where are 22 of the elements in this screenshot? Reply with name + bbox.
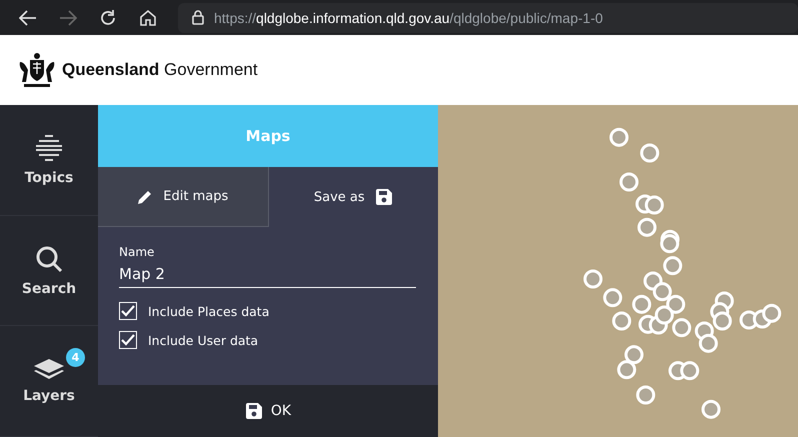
home-icon[interactable] — [139, 8, 157, 26]
panel-title: Maps — [98, 105, 438, 167]
reload-icon[interactable] — [99, 8, 117, 26]
checkbox-label[interactable]: Include Places data — [148, 304, 270, 318]
tab[interactable]: Save as — [268, 167, 438, 227]
search-icon — [35, 244, 63, 272]
tab[interactable]: Edit maps — [98, 167, 268, 227]
padlock-icon[interactable] — [192, 10, 204, 25]
checkbox-label[interactable]: Include User data — [148, 332, 258, 348]
pencil-icon — [137, 188, 154, 204]
brand-name[interactable]: Queensland Government — [62, 60, 258, 80]
checkbox[interactable] — [119, 302, 137, 320]
name-field[interactable]: Map 2 — [119, 263, 416, 288]
coat-of-arms-icon — [18, 52, 56, 88]
ok-button[interactable]: OK — [238, 398, 298, 424]
stacked-lines-icon — [35, 134, 63, 162]
count-badge: 4 — [66, 348, 85, 368]
field-label: Name — [119, 245, 156, 259]
map-markers-drawing[interactable] — [584, 128, 782, 419]
checkbox[interactable] — [119, 331, 137, 349]
back-arrow-icon[interactable] — [19, 10, 37, 26]
layers-icon — [33, 358, 65, 380]
